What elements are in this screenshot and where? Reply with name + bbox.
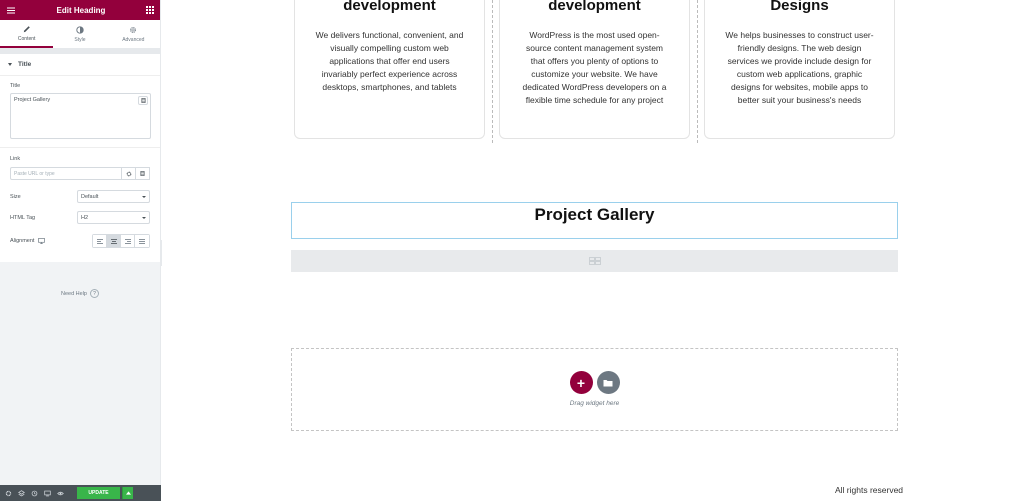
navigator-button[interactable]: [16, 488, 27, 499]
desktop-icon[interactable]: [38, 238, 46, 244]
chevron-down-icon: [142, 216, 146, 219]
align-right-icon: [124, 238, 131, 244]
menu-icon[interactable]: [6, 5, 16, 15]
size-select[interactable]: Default: [77, 190, 150, 203]
section-title-toggle[interactable]: Title: [0, 54, 160, 76]
settings-button[interactable]: [3, 488, 14, 499]
card-text: We delivers functional, convenient, and …: [315, 30, 464, 92]
tab-content[interactable]: Content: [0, 20, 54, 48]
chevron-down-icon: [142, 195, 146, 198]
card-heading: development: [343, 0, 436, 14]
history-button[interactable]: [29, 488, 40, 499]
contrast-icon: [76, 25, 84, 34]
preview-button[interactable]: [55, 488, 66, 499]
database-icon: [141, 98, 145, 103]
tab-advanced-label: Advanced: [122, 36, 145, 43]
drop-zone-text: Drag widget here: [569, 400, 620, 407]
section-title: Title: [18, 61, 32, 68]
alignment-buttons: [92, 234, 150, 248]
align-right-button[interactable]: [121, 235, 135, 247]
link-input[interactable]: Paste URL or type: [10, 167, 122, 180]
need-help-link[interactable]: Need Help ?: [0, 289, 160, 298]
add-template-button[interactable]: [596, 371, 620, 394]
card-heading: development: [548, 0, 641, 14]
question-icon: ?: [90, 289, 99, 298]
service-card: development WordPress is the most used o…: [499, 0, 690, 139]
drop-zone-actions: +: [292, 371, 897, 394]
responsive-mode-button[interactable]: [42, 488, 53, 499]
gear-icon: [5, 490, 12, 496]
gear-icon: [130, 26, 137, 33]
html-tag-row: HTML Tag H2: [10, 211, 150, 224]
link-placeholder: Paste URL or type: [14, 170, 55, 177]
update-options-button[interactable]: [122, 487, 133, 499]
widget-drop-zone[interactable]: + Drag widget here: [291, 348, 898, 431]
history-icon: [31, 490, 38, 496]
link-row: Paste URL or type: [10, 167, 150, 180]
card-text: We helps businesses to construct user-fr…: [725, 30, 874, 105]
caret-up-icon: [125, 491, 131, 495]
editor-tabs: Content Style Advanced: [0, 20, 160, 49]
service-card: development We delivers functional, conv…: [294, 0, 485, 139]
link-dynamic-button[interactable]: [136, 167, 150, 180]
html-tag-select[interactable]: H2: [77, 211, 150, 224]
size-row: Size Default: [10, 190, 150, 203]
link-label: Link: [10, 156, 21, 162]
section-heading: Project Gallery: [534, 205, 655, 224]
title-textarea[interactable]: Project Gallery: [10, 93, 151, 139]
tab-content-label: Content: [17, 35, 36, 42]
size-label: Size: [10, 193, 21, 200]
widgets-grid-icon[interactable]: [145, 6, 154, 14]
folder-icon: [603, 379, 613, 386]
align-center-button[interactable]: [107, 235, 121, 247]
column-divider: [492, 0, 493, 143]
database-icon: [140, 171, 145, 176]
service-card: Designs We helps businesses to construct…: [704, 0, 895, 139]
card-text: WordPress is the most used open-source c…: [522, 30, 667, 105]
eye-icon: [57, 491, 64, 495]
gallery-placeholder[interactable]: [291, 250, 898, 272]
alignment-label-group: Alignment: [10, 238, 46, 244]
align-left-button[interactable]: [93, 235, 107, 247]
align-justify-button[interactable]: [135, 235, 149, 247]
link-options-button[interactable]: [122, 167, 136, 180]
title-label: Title: [10, 83, 21, 89]
gallery-icon: [588, 257, 601, 265]
desktop-icon: [44, 490, 51, 496]
caret-down-icon: [8, 63, 12, 66]
footer-copyright: All rights reserved: [835, 485, 904, 495]
heading-widget[interactable]: Project Gallery: [291, 202, 898, 239]
editor-panel: Edit Heading Content Style Advanced Titl…: [0, 0, 161, 501]
align-left-icon: [96, 238, 103, 244]
card-heading: Designs: [770, 0, 829, 14]
editor-header: Edit Heading: [0, 0, 160, 20]
plus-icon: +: [576, 374, 586, 391]
preview-canvas: development We delivers functional, conv…: [162, 0, 1024, 501]
html-tag-label: HTML Tag: [10, 214, 36, 221]
align-center-icon: [110, 238, 117, 244]
size-value: Default: [81, 193, 99, 200]
gear-icon: [126, 171, 131, 176]
editor-footer: UPDATE: [0, 485, 161, 501]
divider: [0, 147, 160, 148]
column-divider: [697, 0, 698, 143]
pencil-icon: [23, 25, 30, 32]
need-help-label: Need Help: [61, 290, 87, 297]
dynamic-tags-button[interactable]: [138, 96, 148, 105]
align-justify-icon: [139, 238, 145, 244]
update-button[interactable]: UPDATE: [77, 487, 120, 499]
alignment-label: Alignment: [10, 238, 35, 244]
layers-icon: [18, 489, 25, 496]
alignment-row: Alignment: [10, 234, 150, 248]
tab-style-label: Style: [74, 36, 86, 43]
title-value: Project Gallery: [14, 97, 51, 103]
tab-advanced[interactable]: Advanced: [107, 20, 160, 48]
add-section-button[interactable]: +: [569, 371, 593, 394]
controls-panel: Title Project Gallery Link Paste URL or …: [0, 83, 160, 248]
html-tag-value: H2: [81, 214, 89, 221]
editor-title: Edit Heading: [56, 5, 106, 15]
tab-style[interactable]: Style: [53, 20, 106, 48]
